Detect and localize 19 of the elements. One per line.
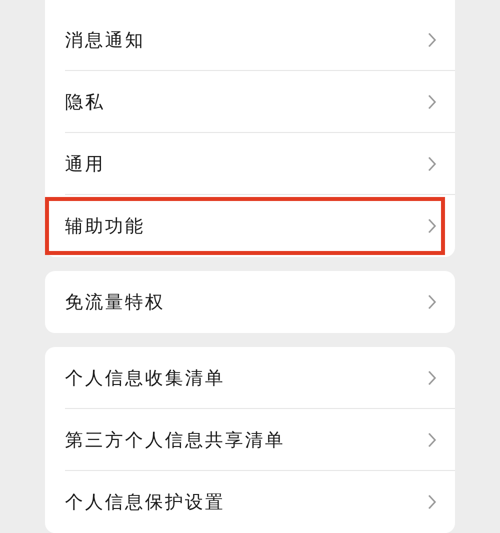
chevron-right-icon: [427, 156, 437, 172]
item-label: 消息通知: [65, 28, 145, 52]
settings-item[interactable]: 免流量特权: [45, 271, 455, 333]
chevron-right-icon: [427, 370, 437, 386]
chevron-right-icon: [427, 32, 437, 48]
item-label: 通用: [65, 152, 105, 176]
item-label: 第三方个人信息共享清单: [65, 428, 285, 452]
chevron-right-icon: [427, 294, 437, 310]
chevron-right-icon: [427, 94, 437, 110]
item-label: 隐私: [65, 90, 105, 114]
chevron-right-icon: [427, 218, 437, 234]
chevron-right-icon: [427, 432, 437, 448]
item-label: 个人信息收集清单: [65, 366, 225, 390]
settings-item[interactable]: 个人信息保护设置: [45, 471, 455, 533]
settings-item[interactable]: 辅助功能: [45, 195, 455, 257]
item-label: 免流量特权: [65, 290, 165, 314]
item-label: 辅助功能: [65, 214, 145, 238]
chevron-right-icon: [427, 494, 437, 510]
item-label: 个人信息保护设置: [65, 490, 225, 514]
